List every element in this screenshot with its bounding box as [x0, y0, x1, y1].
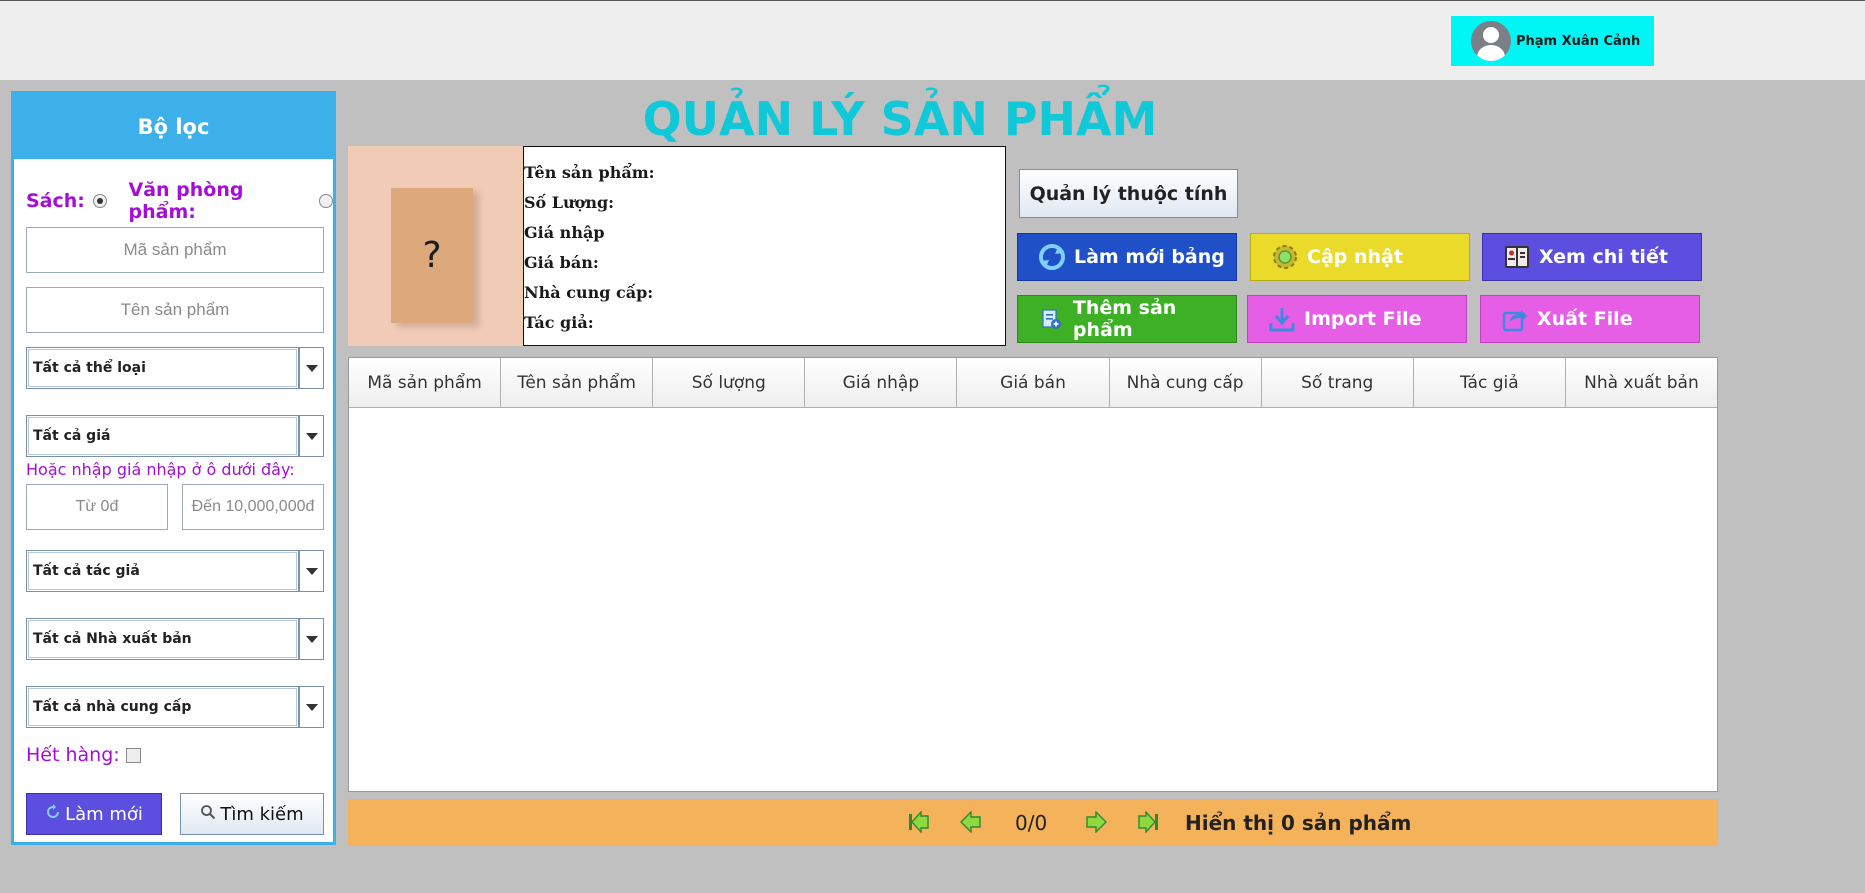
column-header-author[interactable]: Tác giả [1413, 358, 1566, 408]
export-file-button[interactable]: Xuất File [1480, 295, 1700, 343]
radio-stationery-label: Văn phòng phẩm: [128, 179, 244, 223]
radio-book-label: Sách: [26, 190, 85, 212]
next-page-icon[interactable] [1082, 809, 1110, 835]
product-table[interactable]: Mã sản phẩm Tên sản phẩm Số lượng Giá nh… [348, 357, 1718, 792]
column-header-import-price[interactable]: Giá nhập [805, 358, 958, 408]
manage-attributes-button[interactable]: Quản lý thuộc tính [1019, 169, 1238, 218]
reset-filter-label: Làm mới [65, 803, 143, 825]
top-bar: Phạm Xuân Cảnh [0, 0, 1865, 80]
add-document-icon [1038, 305, 1065, 333]
supplier-select-value: Tất cả nhà cung cấp [28, 688, 297, 726]
share-icon [1501, 305, 1529, 333]
search-icon [200, 804, 216, 825]
chevron-down-icon[interactable] [298, 551, 323, 591]
manage-attributes-label: Quản lý thuộc tính [1029, 182, 1228, 205]
author-select[interactable]: Tất cả tác giả [26, 550, 324, 592]
export-file-label: Xuất File [1537, 308, 1633, 330]
category-select-value: Tất cả thể loại [28, 349, 297, 387]
add-product-label: Thêm sản phẩm [1072, 297, 1177, 341]
chevron-down-icon[interactable] [298, 416, 323, 456]
reset-filter-button[interactable]: Làm mới [26, 793, 162, 835]
column-header-publisher[interactable]: Nhà xuất bản [1565, 358, 1717, 408]
info-product-name: Tên sản phẩm: [524, 162, 655, 182]
book-detail-icon [1503, 243, 1531, 271]
radio-book[interactable] [92, 194, 107, 208]
update-label: Cập nhật [1307, 246, 1403, 268]
column-header-sale-price[interactable]: Giá bán [957, 358, 1110, 408]
filter-panel-title: Bộ lọc [14, 94, 333, 159]
last-page-icon[interactable] [1134, 809, 1162, 835]
update-button[interactable]: Cập nhật [1250, 233, 1470, 281]
column-header-product-name[interactable]: Tên sản phẩm [501, 358, 654, 408]
refresh-table-button[interactable]: Làm mới bảng [1017, 233, 1237, 281]
refresh-table-label: Làm mới bảng [1074, 246, 1225, 268]
user-avatar-icon [1471, 21, 1511, 61]
user-name: Phạm Xuân Cảnh [1516, 33, 1641, 49]
info-quantity: Số Lượng: [524, 192, 615, 212]
info-import-price: Giá nhập [524, 222, 605, 242]
out-of-stock-label: Hết hàng: [26, 744, 120, 766]
publisher-select-value: Tất cả Nhà xuất bản [28, 620, 297, 658]
refresh-icon [45, 803, 61, 825]
user-profile-button[interactable]: Phạm Xuân Cảnh [1451, 16, 1654, 66]
filter-panel: Bộ lọc Sách: Văn phòng phẩm: Tất cả thể … [11, 91, 336, 845]
search-button-label: Tìm kiếm [220, 803, 304, 825]
info-sale-price: Giá bán: [524, 252, 599, 272]
first-page-icon[interactable] [905, 809, 933, 835]
product-count: Hiển thị 0 sản phẩm [1185, 810, 1412, 835]
category-select[interactable]: Tất cả thể loại [26, 347, 324, 389]
view-detail-label: Xem chi tiết [1539, 246, 1668, 268]
price-select-value: Tất cả giá [28, 417, 297, 455]
price-select[interactable]: Tất cả giá [26, 415, 324, 457]
info-supplier: Nhà cung cấp: [524, 282, 654, 302]
out-of-stock-checkbox[interactable] [125, 747, 141, 763]
table-header: Mã sản phẩm Tên sản phẩm Số lượng Giá nh… [349, 358, 1717, 408]
info-author: Tác giả: [524, 312, 594, 332]
column-header-supplier[interactable]: Nhà cung cấp [1109, 358, 1262, 408]
column-header-product-code[interactable]: Mã sản phẩm [349, 358, 502, 408]
author-select-value: Tất cả tác giả [28, 552, 297, 590]
radio-stationery[interactable] [319, 194, 333, 208]
chevron-down-icon[interactable] [298, 348, 323, 388]
gear-icon [1271, 243, 1299, 271]
out-of-stock-row: Hết hàng: [26, 744, 141, 766]
placeholder-book-icon: ? [391, 188, 473, 323]
supplier-select[interactable]: Tất cả nhà cung cấp [26, 686, 324, 728]
product-code-input[interactable] [26, 227, 324, 273]
product-info-panel: Tên sản phẩm: Số Lượng: Giá nhập Giá bán… [523, 146, 1006, 346]
import-file-label: Import File [1304, 308, 1422, 330]
add-product-button[interactable]: Thêm sản phẩm [1017, 295, 1237, 343]
product-name-input[interactable] [26, 287, 324, 333]
search-button[interactable]: Tìm kiếm [180, 793, 324, 835]
column-header-quantity[interactable]: Số lượng [653, 358, 806, 408]
price-hint: Hoặc nhập giá nhập ở ô dưới đây: [26, 460, 295, 479]
publisher-select[interactable]: Tất cả Nhà xuất bản [26, 618, 324, 660]
download-icon [1268, 305, 1296, 333]
price-from-input[interactable] [26, 484, 168, 530]
price-to-input[interactable] [182, 484, 324, 530]
page-indicator: 0/0 [1015, 810, 1048, 835]
product-image: ? [348, 146, 523, 346]
page-title: QUẢN LÝ SẢN PHẨM [642, 92, 1158, 146]
product-type-radio-group: Sách: Văn phòng phẩm: [26, 179, 333, 223]
pagination-bar: 0/0 Hiển thị 0 sản phẩm [348, 799, 1718, 846]
import-file-button[interactable]: Import File [1247, 295, 1467, 343]
column-header-page-count[interactable]: Số trang [1261, 358, 1414, 408]
previous-page-icon[interactable] [957, 809, 985, 835]
view-detail-button[interactable]: Xem chi tiết [1482, 233, 1702, 281]
refresh-icon [1038, 243, 1066, 271]
chevron-down-icon[interactable] [298, 687, 323, 727]
chevron-down-icon[interactable] [298, 619, 323, 659]
